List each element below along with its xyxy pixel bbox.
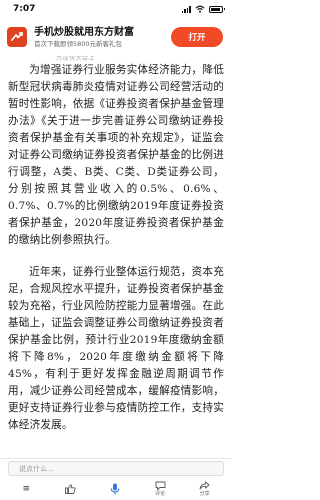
share-button[interactable]: 分享 (194, 481, 216, 497)
signal-icon (181, 5, 191, 13)
status-time: 7:07 (13, 4, 36, 14)
microphone-icon (111, 483, 120, 495)
voice-input-button[interactable] (104, 483, 126, 495)
open-app-button[interactable]: 打开 (171, 27, 223, 47)
toolbar-actions: ≡ 评论 分享 (0, 479, 231, 499)
article-body: 为增强证券行业服务实体经济能力，降低新型冠状病毒肺炎疫情对证券公司经营活动的暂时… (8, 62, 224, 454)
status-icons (181, 5, 225, 13)
like-button[interactable] (60, 484, 82, 494)
article-paragraph: 近年来，证券行业整体运行规范，资本充足，合规风控水平提升，证券投资者保护基金较为… (8, 266, 224, 431)
article-paragraph: 为增强证券行业服务实体经济能力，降低新型冠状病毒肺炎疫情对证券公司经营活动的暂时… (8, 64, 224, 246)
banner-title: 手机炒股就用东方财富 (34, 26, 134, 38)
thumbs-up-icon (65, 484, 76, 494)
status-bar: 7:07 (0, 0, 231, 18)
app-download-banner[interactable]: 手机炒股就用东方财富 首次下载即领5800元新客礼包 打开 (0, 18, 231, 56)
comment-label: 评论 (155, 491, 166, 497)
bottom-toolbar: 说点什么... ≡ 评论 分享 (0, 458, 231, 500)
battery-icon (209, 5, 225, 13)
share-label: 分享 (199, 491, 210, 497)
comment-placeholder: 说点什么... (19, 464, 54, 473)
comment-icon (155, 481, 166, 490)
menu-icon: ≡ (22, 484, 31, 494)
banner-subtitle: 首次下载即领5800元新客礼包 (34, 39, 123, 48)
banner-text: 手机炒股就用东方财富 首次下载即领5800元新客礼包 (34, 26, 171, 49)
share-icon (199, 481, 210, 490)
app-logo-icon (7, 27, 27, 47)
comment-button[interactable]: 评论 (149, 481, 171, 497)
menu-button[interactable]: ≡ (15, 484, 37, 494)
wifi-icon (195, 5, 205, 13)
comment-input[interactable]: 说点什么... (8, 461, 224, 476)
